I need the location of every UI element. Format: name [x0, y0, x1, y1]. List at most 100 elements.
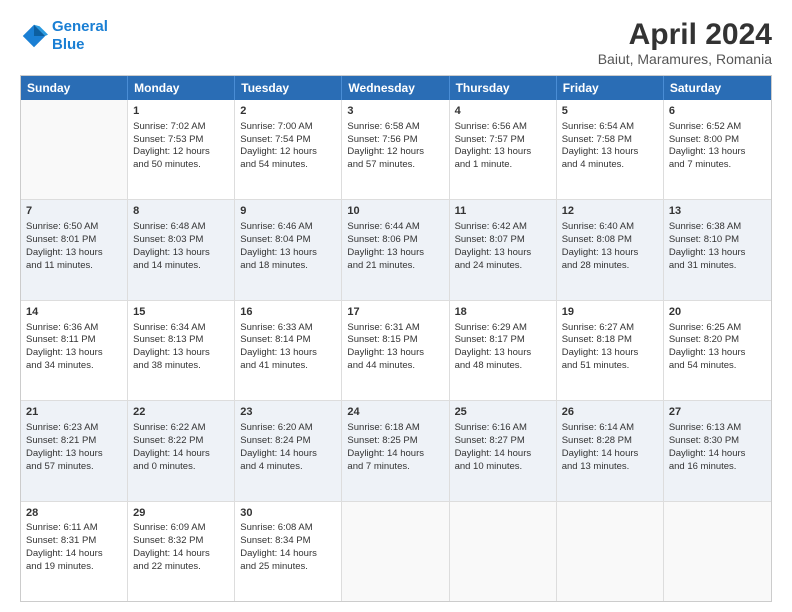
day-info: Sunrise: 6:56 AM Sunset: 7:57 PM Dayligh…	[455, 121, 532, 170]
page: General Blue April 2024 Baiut, Maramures…	[0, 0, 792, 612]
day-cell-12: 12 Sunrise: 6:40 AM Sunset: 8:08 PM Dayli…	[557, 200, 664, 299]
week-row-1: 1 Sunrise: 7:02 AM Sunset: 7:53 PM Daylig…	[21, 100, 771, 200]
day-cell-23: 23Sunrise: 6:20 AM Sunset: 8:24 PM Dayli…	[235, 401, 342, 500]
day-number: 7	[26, 204, 122, 219]
day-cell-21: 21 Sunrise: 6:23 AM Sunset: 8:21 PM Dayli…	[21, 401, 128, 500]
day-number: 17	[347, 305, 443, 320]
day-cell-16: 16 Sunrise: 6:33 AM Sunset: 8:14 PM Dayli…	[235, 301, 342, 400]
week-row-2: 7 Sunrise: 6:50 AM Sunset: 8:01 PM Daylig…	[21, 200, 771, 300]
day-number: 21	[26, 405, 122, 420]
day-cell-20: 20Sunrise: 6:25 AM Sunset: 8:20 PM Dayli…	[664, 301, 771, 400]
day-cell-29: 29Sunrise: 6:09 AM Sunset: 8:32 PM Dayli…	[128, 502, 235, 601]
day-cell-8: 8 Sunrise: 6:48 AM Sunset: 8:03 PM Daylig…	[128, 200, 235, 299]
header-day-wednesday: Wednesday	[342, 76, 449, 100]
day-info: Sunrise: 6:31 AM Sunset: 8:15 PM Dayligh…	[347, 322, 424, 371]
day-cell-2: 2Sunrise: 7:00 AM Sunset: 7:54 PM Daylig…	[235, 100, 342, 199]
day-info: Sunrise: 6:18 AM Sunset: 8:25 PM Dayligh…	[347, 422, 424, 471]
day-number: 18	[455, 305, 551, 320]
day-cell-22: 22Sunrise: 6:22 AM Sunset: 8:22 PM Dayli…	[128, 401, 235, 500]
day-info: Sunrise: 6:52 AM Sunset: 8:00 PM Dayligh…	[669, 121, 746, 170]
day-number: 1	[133, 104, 229, 119]
day-number: 16	[240, 305, 336, 320]
day-info: Sunrise: 7:02 AM Sunset: 7:53 PM Dayligh…	[133, 121, 210, 170]
day-info: Sunrise: 6:23 AM Sunset: 8:21 PM Dayligh…	[26, 422, 103, 471]
day-info: Sunrise: 6:44 AM Sunset: 8:06 PM Dayligh…	[347, 221, 424, 270]
day-number: 15	[133, 305, 229, 320]
day-cell-24: 24Sunrise: 6:18 AM Sunset: 8:25 PM Dayli…	[342, 401, 449, 500]
day-info: Sunrise: 6:48 AM Sunset: 8:03 PM Dayligh…	[133, 221, 210, 270]
empty-cell-4-5	[557, 502, 664, 601]
day-number: 6	[669, 104, 766, 119]
day-info: Sunrise: 6:14 AM Sunset: 8:28 PM Dayligh…	[562, 422, 639, 471]
day-info: Sunrise: 6:27 AM Sunset: 8:18 PM Dayligh…	[562, 322, 639, 371]
day-number: 3	[347, 104, 443, 119]
day-number: 13	[669, 204, 766, 219]
day-cell-26: 26 Sunrise: 6:14 AM Sunset: 8:28 PM Dayli…	[557, 401, 664, 500]
day-cell-13: 13Sunrise: 6:38 AM Sunset: 8:10 PM Dayli…	[664, 200, 771, 299]
week-row-4: 21 Sunrise: 6:23 AM Sunset: 8:21 PM Dayli…	[21, 401, 771, 501]
day-info: Sunrise: 6:40 AM Sunset: 8:08 PM Dayligh…	[562, 221, 639, 270]
day-cell-28: 28Sunrise: 6:11 AM Sunset: 8:31 PM Dayli…	[21, 502, 128, 601]
day-cell-17: 17 Sunrise: 6:31 AM Sunset: 8:15 PM Dayli…	[342, 301, 449, 400]
day-info: Sunrise: 6:36 AM Sunset: 8:11 PM Dayligh…	[26, 322, 103, 371]
day-cell-27: 27 Sunrise: 6:13 AM Sunset: 8:30 PM Dayli…	[664, 401, 771, 500]
day-cell-19: 19 Sunrise: 6:27 AM Sunset: 8:18 PM Dayli…	[557, 301, 664, 400]
day-cell-25: 25 Sunrise: 6:16 AM Sunset: 8:27 PM Dayli…	[450, 401, 557, 500]
header: General Blue April 2024 Baiut, Maramures…	[20, 18, 772, 67]
day-info: Sunrise: 6:54 AM Sunset: 7:58 PM Dayligh…	[562, 121, 639, 170]
day-info: Sunrise: 6:16 AM Sunset: 8:27 PM Dayligh…	[455, 422, 532, 471]
day-info: Sunrise: 6:58 AM Sunset: 7:56 PM Dayligh…	[347, 121, 424, 170]
day-info: Sunrise: 6:34 AM Sunset: 8:13 PM Dayligh…	[133, 322, 210, 371]
day-cell-11: 11 Sunrise: 6:42 AM Sunset: 8:07 PM Dayli…	[450, 200, 557, 299]
day-number: 4	[455, 104, 551, 119]
day-info: Sunrise: 6:29 AM Sunset: 8:17 PM Dayligh…	[455, 322, 532, 371]
day-number: 19	[562, 305, 658, 320]
day-number: 29	[133, 506, 229, 521]
empty-cell-4-6	[664, 502, 771, 601]
logo-text: General Blue	[52, 18, 108, 54]
empty-cell-4-3	[342, 502, 449, 601]
empty-cell-4-4	[450, 502, 557, 601]
day-info: Sunrise: 6:25 AM Sunset: 8:20 PM Dayligh…	[669, 322, 746, 371]
day-cell-3: 3 Sunrise: 6:58 AM Sunset: 7:56 PM Daylig…	[342, 100, 449, 199]
day-cell-4: 4 Sunrise: 6:56 AM Sunset: 7:57 PM Daylig…	[450, 100, 557, 199]
day-info: Sunrise: 6:46 AM Sunset: 8:04 PM Dayligh…	[240, 221, 317, 270]
main-title: April 2024	[598, 18, 772, 51]
header-day-thursday: Thursday	[450, 76, 557, 100]
day-info: Sunrise: 6:09 AM Sunset: 8:32 PM Dayligh…	[133, 522, 210, 571]
header-day-saturday: Saturday	[664, 76, 771, 100]
day-cell-10: 10 Sunrise: 6:44 AM Sunset: 8:06 PM Dayli…	[342, 200, 449, 299]
header-day-tuesday: Tuesday	[235, 76, 342, 100]
day-info: Sunrise: 6:42 AM Sunset: 8:07 PM Dayligh…	[455, 221, 532, 270]
day-number: 23	[240, 405, 336, 420]
day-cell-5: 5 Sunrise: 6:54 AM Sunset: 7:58 PM Daylig…	[557, 100, 664, 199]
day-number: 14	[26, 305, 122, 320]
day-cell-30: 30Sunrise: 6:08 AM Sunset: 8:34 PM Dayli…	[235, 502, 342, 601]
day-info: Sunrise: 6:08 AM Sunset: 8:34 PM Dayligh…	[240, 522, 317, 571]
logo-icon	[20, 22, 48, 50]
day-number: 8	[133, 204, 229, 219]
day-number: 12	[562, 204, 658, 219]
calendar-header: SundayMondayTuesdayWednesdayThursdayFrid…	[21, 76, 771, 100]
header-day-monday: Monday	[128, 76, 235, 100]
day-info: Sunrise: 6:13 AM Sunset: 8:30 PM Dayligh…	[669, 422, 746, 471]
header-day-friday: Friday	[557, 76, 664, 100]
day-info: Sunrise: 7:00 AM Sunset: 7:54 PM Dayligh…	[240, 121, 317, 170]
day-number: 27	[669, 405, 766, 420]
day-number: 5	[562, 104, 658, 119]
day-cell-1: 1 Sunrise: 7:02 AM Sunset: 7:53 PM Daylig…	[128, 100, 235, 199]
day-number: 25	[455, 405, 551, 420]
day-info: Sunrise: 6:50 AM Sunset: 8:01 PM Dayligh…	[26, 221, 103, 270]
header-day-sunday: Sunday	[21, 76, 128, 100]
day-number: 9	[240, 204, 336, 219]
day-number: 11	[455, 204, 551, 219]
day-number: 26	[562, 405, 658, 420]
day-info: Sunrise: 6:33 AM Sunset: 8:14 PM Dayligh…	[240, 322, 317, 371]
week-row-5: 28Sunrise: 6:11 AM Sunset: 8:31 PM Dayli…	[21, 502, 771, 601]
calendar-body: 1 Sunrise: 7:02 AM Sunset: 7:53 PM Daylig…	[21, 100, 771, 601]
logo: General Blue	[20, 18, 108, 54]
day-cell-7: 7 Sunrise: 6:50 AM Sunset: 8:01 PM Daylig…	[21, 200, 128, 299]
day-number: 10	[347, 204, 443, 219]
title-block: April 2024 Baiut, Maramures, Romania	[598, 18, 772, 67]
day-cell-9: 9 Sunrise: 6:46 AM Sunset: 8:04 PM Daylig…	[235, 200, 342, 299]
